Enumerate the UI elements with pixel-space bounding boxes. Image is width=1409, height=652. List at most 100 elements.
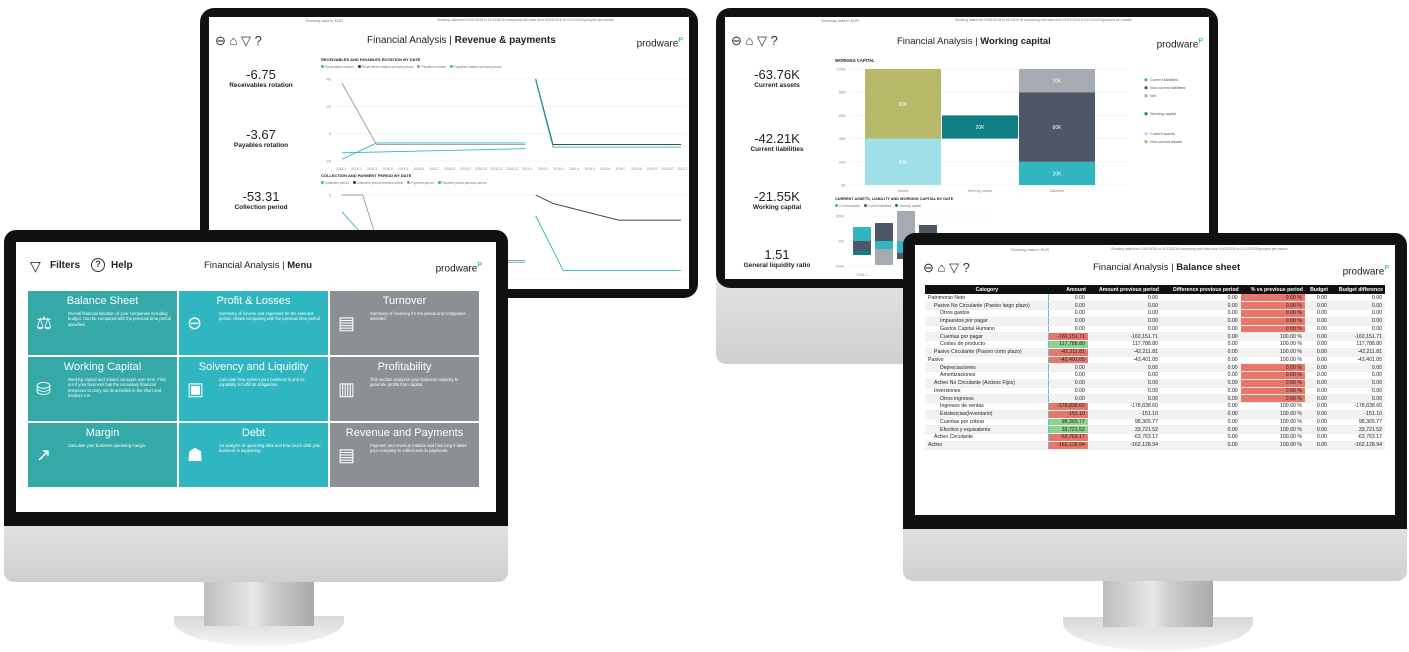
table-row[interactable]: Activo No Circulante (Activos Fijos) 0.00… [925,379,1385,388]
value-cell: 100.00 % [1240,348,1305,357]
table-row[interactable]: Otros gastos 0.00 0.00 0.00 0.00 % 0.00 0.00 [925,309,1385,318]
table-row[interactable]: Pasivo -43,401.05 -43,401.05 0.00 100.00 % 0.… [925,356,1385,365]
value-cell: -63,763.17 [1087,433,1161,442]
value-cell: 0.00 [1048,309,1088,318]
table-row[interactable]: Gastos Capital Humano 0.00 0.00 0.00 0.00 % 0… [925,325,1385,334]
help-icon[interactable]: ? [91,258,105,272]
table-row[interactable]: Amortizaciones 0.00 0.00 0.00 0.00 % 0.00 0.00 [925,371,1385,380]
menu-tile-profit-losses[interactable]: Profit & Losses ⊖ Summary of income and ex… [179,291,328,355]
table-row[interactable]: Activo Circulante -63,763.17 -63,763.17 0.0… [925,433,1385,442]
table-header-row: Category Amount Amount previous period Diff… [925,285,1385,294]
filter-icon[interactable]: ▽ [241,33,251,48]
value-cell: 0.00 [1160,301,1241,310]
data-label: 20K [1053,171,1063,177]
monitor-menu: ▽ Filters ? Help Financial Analysis | Me… [4,230,508,650]
help-icon[interactable]: ? [771,33,778,48]
value-cell: 100.00 % [1240,441,1305,450]
brand-logo: prodwareP [636,37,683,50]
help-icon[interactable]: ? [963,260,970,275]
chart1: 40 20 0 -20 2018-1 2018-2 2018-3 2018-4 2018-5 20… [325,77,687,171]
help-button[interactable]: Help [111,260,133,271]
table-row[interactable]: Depreciaciones 0.00 0.00 0.00 0.00 % 0.00 0.00 [925,363,1385,372]
value-cell: 0.00 [1160,441,1241,450]
title-prefix: Financial Analysis | [1093,262,1174,273]
kpi-value: -53.31 [242,189,280,204]
menu-tile-revenue-and-payments[interactable]: Revenue and Payments ▤ Payment and revenue… [330,423,479,487]
value-cell: 0.00 [1304,379,1330,388]
back-icon[interactable]: ⊖ [923,260,934,275]
value-cell: 0.00 [1329,325,1385,334]
kpi-card: -21.55K Working capital [729,189,825,211]
home-icon[interactable]: ⌂ [230,33,238,48]
brand-logo: prodwareP [1156,38,1203,51]
table-row[interactable]: Costes de producto 117,788.80 117,788.80 0.… [925,340,1385,349]
home-icon[interactable]: ⌂ [746,33,754,48]
monitor-chin [903,521,1407,581]
working-capital-chart: 100K 80K 60K 40K 20K 0K 40K 60K 20K 20K 60K 20K Asse… [837,67,1186,194]
back-icon[interactable]: ⊖ [215,33,226,48]
value-cell: 0.00 [1304,410,1330,419]
category-cell: Impuestos por pagar [925,317,1050,326]
tile-description: Payment and revenue rotation and how lon… [370,443,467,454]
table-row[interactable]: Efectivo y equivalente 33,721.52 33,721.52… [925,425,1385,434]
legend-dot [417,65,421,68]
value-cell: 0.00 [1160,309,1241,318]
value-cell: 0.00 [1304,294,1330,303]
y-tick-label: 0 [329,131,332,136]
y-tick-label: 40 [327,77,332,82]
table-row[interactable]: Pasivo No Circulante (Pasivo largo plazo… [925,301,1385,310]
table-row[interactable]: Activo -162,128.94 -162,128.94 0.00 100.00 %… [925,441,1385,450]
table-row[interactable]: Cuentas por pagar -160,151.71 -160,151.71 0… [925,332,1385,341]
back-icon[interactable]: ⊖ [731,33,742,48]
x-tick-label: 2018-9 [460,167,470,171]
menu-tile-profitability[interactable]: Profitability ▥ This section analyzes your… [330,357,479,421]
value-cell: 0.00 [1304,340,1330,349]
minus-circle-icon: ⊖ [187,313,203,333]
menu-tile-working-capital[interactable]: Working Capital ⛁ Working capital and rela… [28,357,177,421]
value-cell: 0.00 [1160,356,1241,365]
filter-icon[interactable]: ▽ [30,258,41,275]
title-bold: Revenue & payments [454,35,556,46]
menu-tile-margin[interactable]: Margin ↗ Calculate your business operating… [28,423,177,487]
menu-tile-balance-sheet[interactable]: Balance Sheet ⚖ Overall financial situatio… [28,291,177,355]
value-cell: 100.00 % [1240,425,1305,434]
table-row[interactable]: Ingresos de ventas -178,838.60 -178,838.60… [925,402,1385,411]
value-cell: 0.00 % [1240,379,1305,388]
home-icon[interactable]: ⌂ [938,260,946,275]
legend-item: Payables rotation previous period [450,65,501,69]
value-cell: -178,838.60 [1329,402,1385,411]
value-cell: 0.00 [1048,371,1088,380]
table-row[interactable]: Cuentas por cobrar 98,365.77 98,365.77 0.00… [925,418,1385,427]
chart1-title: RECEIVABLES AND PAYABLES ROTATION BY DAT… [321,57,421,62]
menu-tile-turnover[interactable]: Turnover ▤ Summary of invoicing for the pe… [330,291,479,355]
x-tick-label: 2018-1 [336,167,346,171]
value-cell: 100.00 % [1240,402,1305,411]
note-right: Showing data from 01/01/2018 to 01/12/20… [955,18,1132,22]
filter-icon[interactable]: ▽ [757,33,767,48]
category-cell: Efectivo y equivalente [925,425,1050,434]
x-tick-label: Working capital [968,189,993,193]
value-cell: -63,763.17 [1048,433,1088,442]
table-row[interactable]: Patrimonio Neto 0.00 0.00 0.00 0.00 % 0.00 0.0… [925,294,1385,303]
table-row[interactable]: Impuestos por pagar 0.00 0.00 0.00 0.00 % 0.0… [925,317,1385,326]
legend-label: Payables rotation [421,65,447,69]
filters-button[interactable]: Filters [50,260,80,271]
value-cell: 0.00 % [1240,363,1305,372]
x-tick-label: 2019-8 [631,167,641,171]
value-cell: 100.00 % [1240,340,1305,349]
tile-description: Summary of invoicing for the period and … [370,311,466,322]
note-right: Showing data from 01/01/2018 to 01/12/20… [437,18,614,22]
x-tick-label: 2018-2 [351,167,361,171]
menu-tile-solvency-and-liquidity[interactable]: Solvency and Liquidity ▣ Calculate how sol… [179,357,328,421]
table-row[interactable]: Otros ingresos 0.00 0.00 0.00 0.00 % 0.00 0.00 [925,394,1385,403]
value-cell: -42,211.81 [1087,348,1161,357]
value-cell: 0.00 [1160,410,1241,419]
category-cell: Pasivo [925,356,1050,365]
filter-icon[interactable]: ▽ [949,260,959,275]
tile-title: Balance Sheet [66,295,139,307]
menu-tile-debt[interactable]: Debt ☗ An analysis of upcoming debt and ho… [179,423,328,487]
table-row[interactable]: Existencias(Inventario) -151.10 -151.10 0.0… [925,410,1385,419]
table-row[interactable]: Pasivo Circulante (Pasivo corto plazo) -4… [925,348,1385,357]
help-icon[interactable]: ? [255,33,262,48]
table-row[interactable]: Inversiones 0.00 0.00 0.00 0.00 % 0.00 0.00 [925,387,1385,396]
